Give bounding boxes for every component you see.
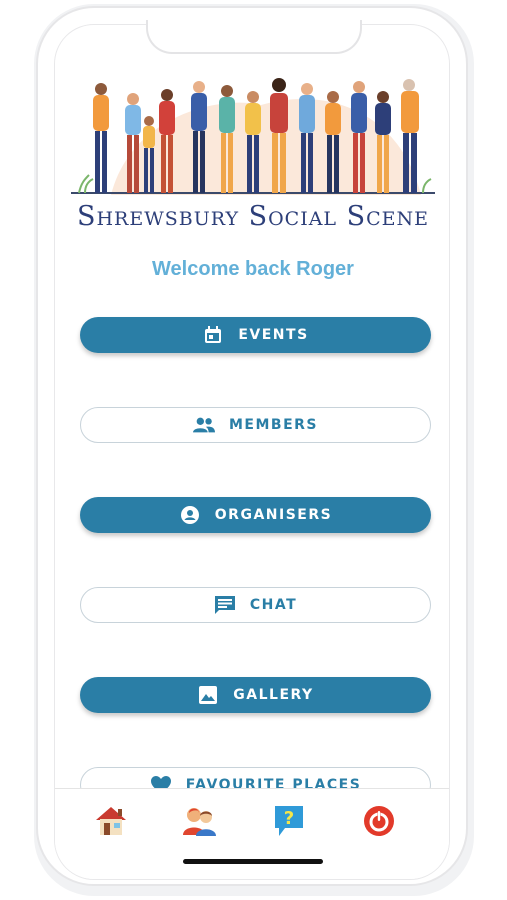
gallery-button[interactable]: GALLERY [80, 677, 431, 713]
members-button[interactable]: MEMBERS [80, 407, 431, 443]
calendar-icon [202, 324, 224, 346]
home-icon[interactable] [93, 803, 129, 839]
image-icon [197, 684, 219, 706]
phone-notch [146, 20, 362, 54]
organisers-button[interactable]: ORGANISERS [80, 497, 431, 533]
help-icon[interactable]: ? [271, 803, 307, 839]
power-icon[interactable] [361, 803, 397, 839]
events-label: EVENTS [238, 327, 309, 343]
app-screen: Shrewsbury Social Scene Welcome back Rog… [54, 24, 450, 880]
person-pin-icon [179, 504, 201, 526]
hero-illustration [71, 75, 435, 195]
people-icon [192, 414, 215, 436]
members-icon[interactable] [182, 803, 218, 839]
app-title: Shrewsbury Social Scene [76, 201, 430, 232]
bottom-nav: ? [55, 788, 449, 879]
chat-button[interactable]: CHAT [80, 587, 431, 623]
members-label: MEMBERS [228, 417, 319, 433]
home-indicator[interactable] [183, 859, 323, 864]
organisers-label: ORGANISERS [214, 507, 333, 523]
chat-label: CHAT [249, 597, 298, 613]
gallery-label: GALLERY [233, 687, 314, 703]
welcome-message: Welcome back Roger [152, 258, 354, 280]
chat-icon [214, 594, 236, 616]
svg-text:?: ? [284, 808, 294, 829]
events-button[interactable]: EVENTS [80, 317, 431, 353]
